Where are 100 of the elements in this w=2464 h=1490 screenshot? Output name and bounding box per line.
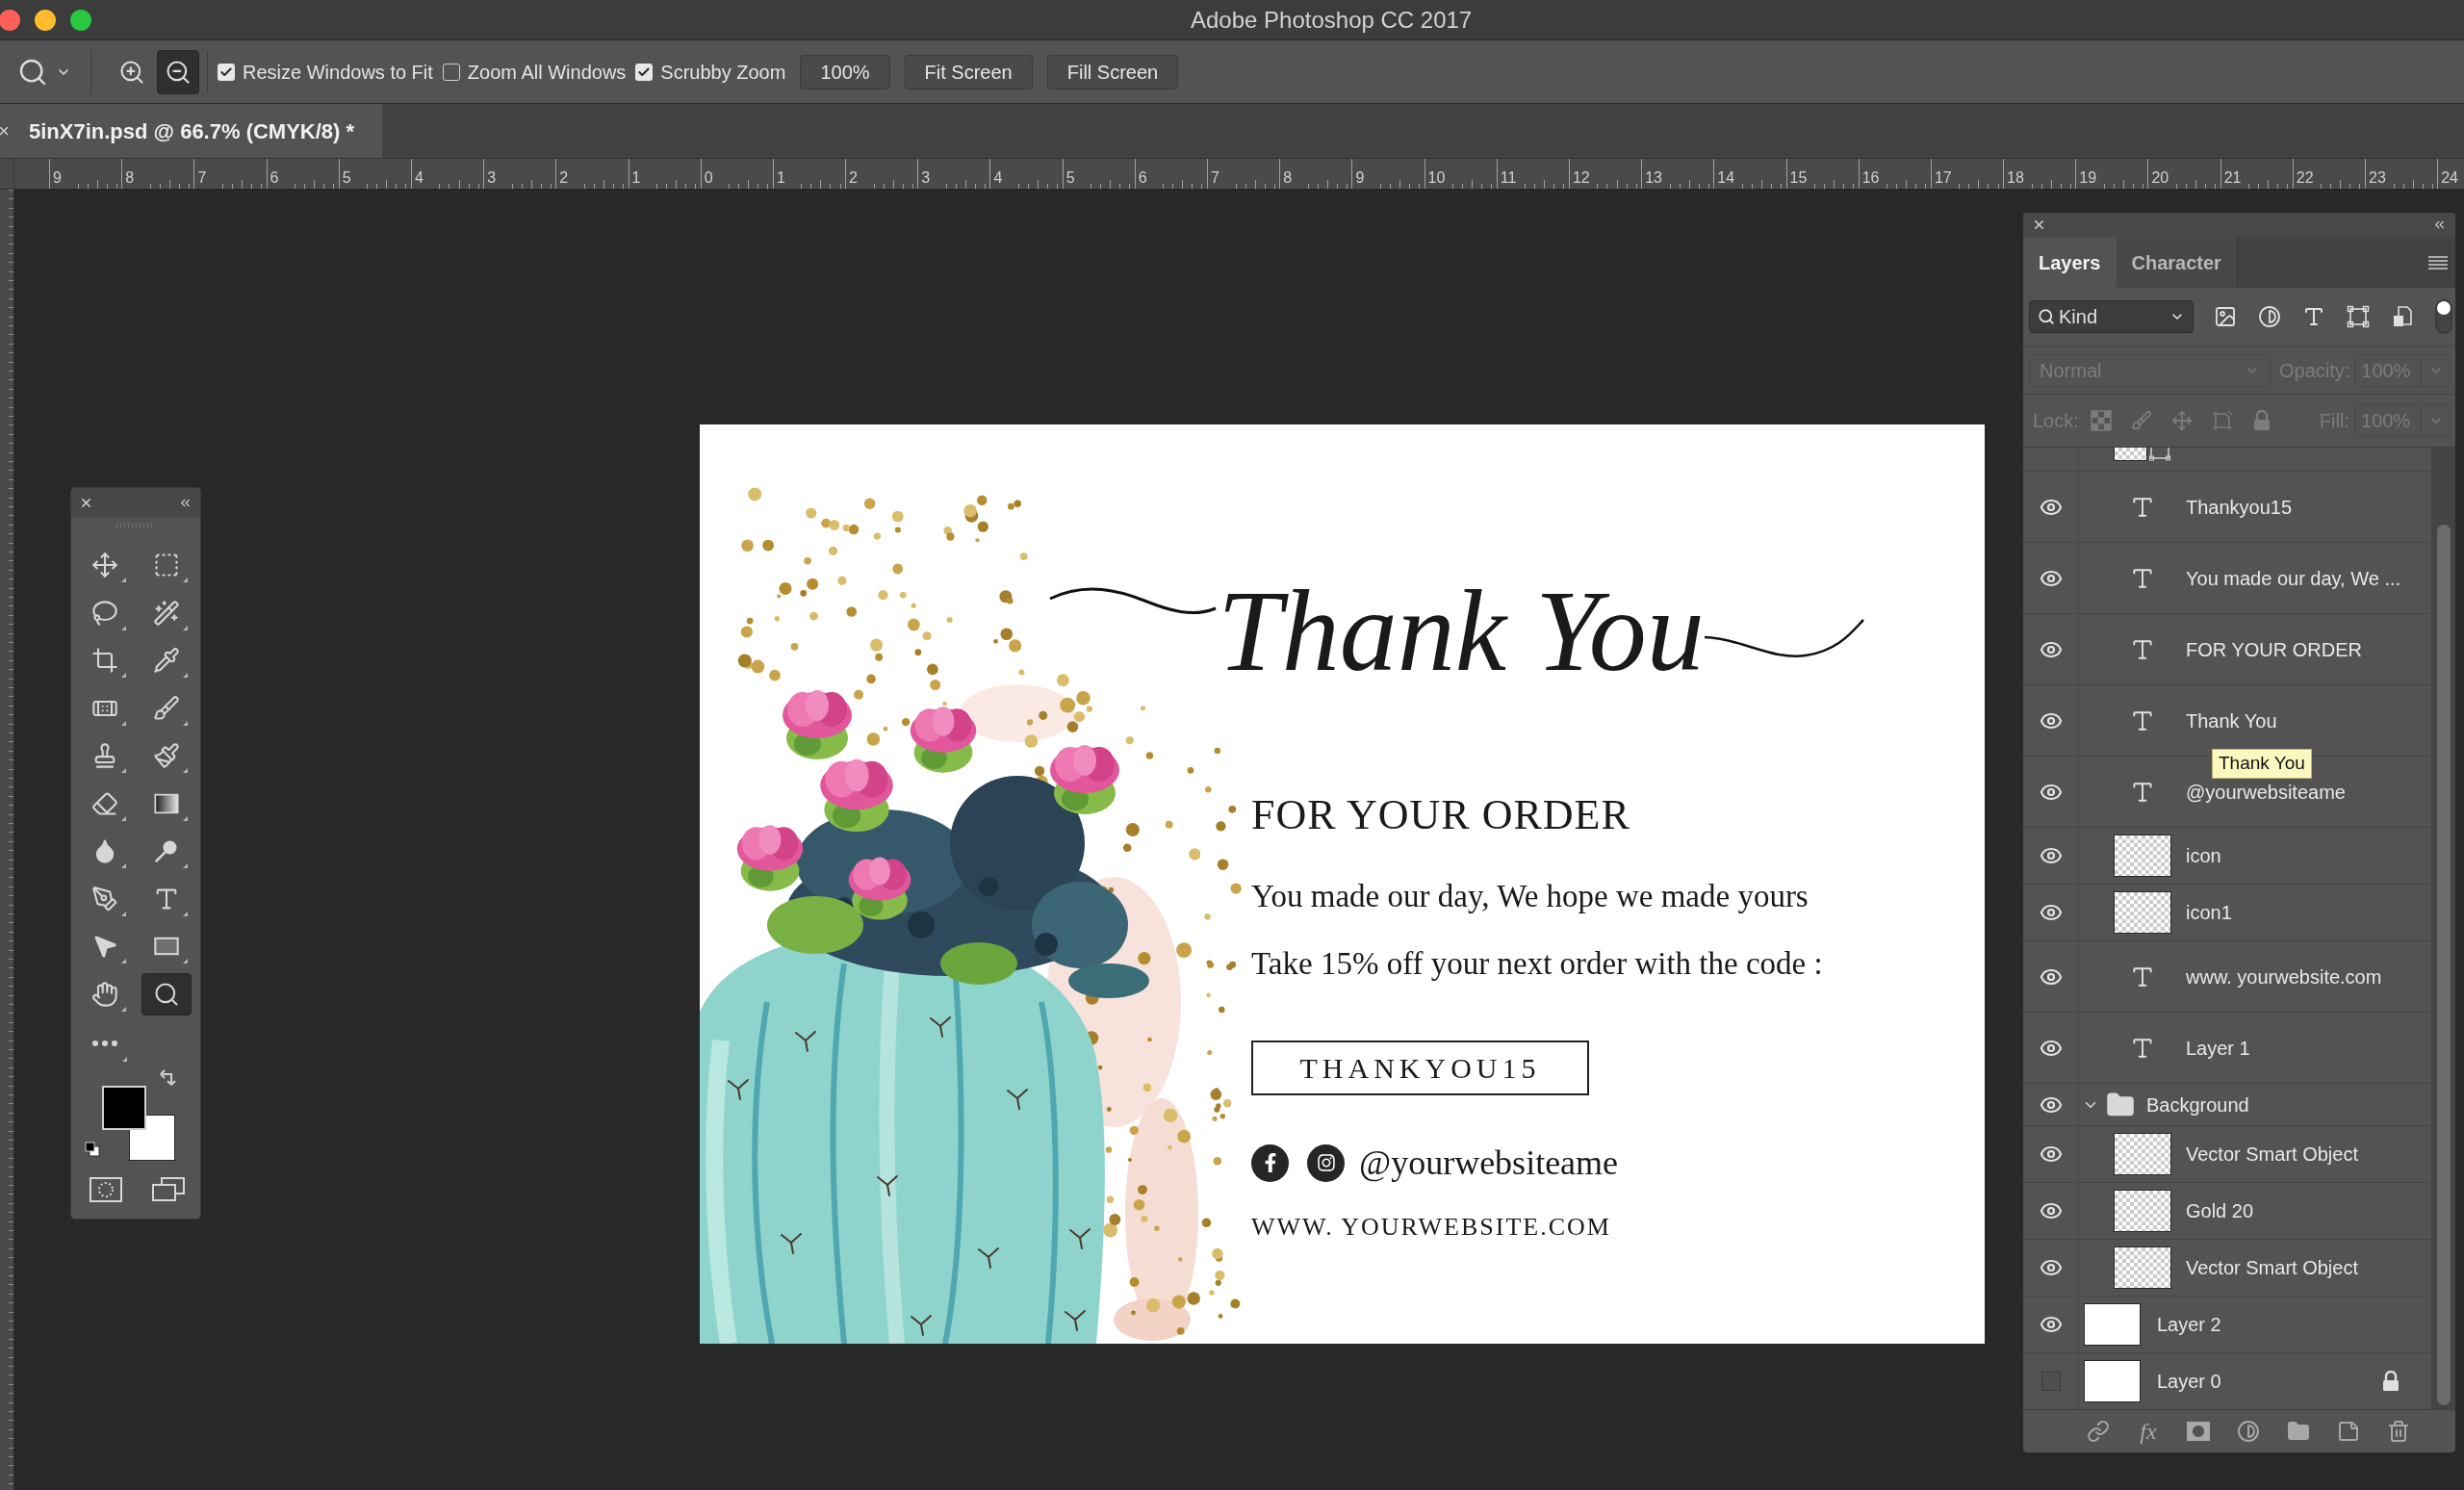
ruler-label: 19 <box>2078 168 2098 188</box>
type-filter-icon[interactable] <box>2302 305 2325 328</box>
flyout-corner-icon <box>121 959 126 963</box>
image-filter-icon[interactable] <box>2214 305 2237 328</box>
ruler-label: 2 <box>558 168 570 188</box>
ruler-label: 12 <box>1571 168 1591 188</box>
layer-row[interactable]: Vector Smart Object <box>2023 1240 2431 1297</box>
check-icon <box>637 64 652 79</box>
layer-row[interactable]: icon1 <box>2023 885 2431 941</box>
ruler-label: 5 <box>341 168 352 188</box>
screen-mode-icon[interactable] <box>152 1177 185 1202</box>
zoom-out-icon <box>165 58 192 86</box>
lasso-icon <box>91 599 118 627</box>
checkbox[interactable] <box>635 63 654 81</box>
flyout-corner-icon <box>121 815 126 821</box>
layer-row[interactable]: www. yourwebsite.com <box>2023 941 2431 1013</box>
layer-row[interactable]: Vector Smart Object <box>2023 1126 2431 1183</box>
flyout-corner-icon <box>183 720 188 726</box>
flyout-corner-icon <box>121 768 126 773</box>
layer-thumbnail <box>2084 1360 2141 1402</box>
close-icon[interactable] <box>0 124 11 138</box>
flyout-corner-icon <box>183 578 188 582</box>
move-icon <box>91 552 118 578</box>
zoom-tool[interactable] <box>141 972 192 1015</box>
zoom-out-button[interactable] <box>157 49 199 94</box>
panel-tab[interactable]: Layers <box>2023 237 2117 288</box>
swap-arrows-icon[interactable] <box>160 1069 176 1086</box>
close-icon[interactable] <box>79 496 93 510</box>
flyout-corner-icon <box>121 673 126 678</box>
layer-thumbnail <box>2114 448 2147 461</box>
ruler-label: 9 <box>1354 168 1366 188</box>
effects-button[interactable]: fx <box>2137 1418 2160 1445</box>
layer-row[interactable]: FOR YOUR ORDER <box>2023 614 2431 685</box>
option-button[interactable]: Fill Screen <box>1046 54 1179 90</box>
magnifier-icon <box>153 980 180 1008</box>
layer-name: Vector Smart Object <box>2186 1256 2358 1280</box>
default-colors-icon[interactable] <box>85 1142 100 1157</box>
panel-tab[interactable]: Character <box>2116 237 2238 288</box>
new-layer-icon[interactable] <box>2337 1420 2360 1443</box>
flyout-corner-icon <box>121 1006 126 1012</box>
message-line: You made our day, We hope we made yours <box>1251 878 1809 915</box>
ruler-label: 5 <box>1065 168 1076 188</box>
promo-code: THANKYOU15 <box>1251 1040 1589 1095</box>
minimize-window-button[interactable] <box>35 9 56 31</box>
ruler-label: 1 <box>775 168 786 188</box>
ruler-label: 4 <box>992 168 1004 188</box>
layer-row[interactable]: You made our day, We ... <box>2023 543 2431 614</box>
flyout-corner-icon <box>183 959 188 963</box>
scrollbar-thumb[interactable] <box>2436 525 2451 1405</box>
ruler-label: 23 <box>2368 168 2387 188</box>
layer-name: www. yourwebsite.com <box>2186 964 2382 989</box>
layer-row[interactable]: Thank You <box>2023 685 2431 757</box>
layer-thumbnail <box>2114 835 2171 877</box>
checkbox-label: Resize Windows to Fit <box>243 60 433 85</box>
trash-icon[interactable] <box>2387 1420 2410 1443</box>
hand-icon <box>91 980 118 1008</box>
layer-row[interactable]: Background <box>2023 1084 2431 1126</box>
checkbox[interactable] <box>218 63 235 81</box>
layer-name: icon <box>2186 844 2221 868</box>
maximize-window-button[interactable] <box>70 9 91 31</box>
flyout-corner-icon <box>121 911 126 916</box>
layer-row[interactable]: Layer 1 <box>2023 1013 2431 1084</box>
layer-name: Layer 1 <box>2186 1036 2250 1061</box>
new-group-icon[interactable] <box>2287 1420 2310 1443</box>
ellipsis-icon <box>92 1040 117 1046</box>
filter-toggle[interactable] <box>2435 299 2452 334</box>
checkbox-label: Scrubby Zoom <box>660 60 786 85</box>
smart-object-filter-icon[interactable] <box>2391 305 2414 328</box>
checkbox[interactable] <box>442 63 460 81</box>
layer-row[interactable]: Gold 20 <box>2023 1183 2431 1240</box>
layer-row[interactable]: Layer 2 <box>2023 1297 2431 1353</box>
quick-mask-icon[interactable] <box>90 1177 122 1202</box>
layer-mask-icon[interactable] <box>2187 1422 2210 1441</box>
kind-filter-dropdown[interactable]: Kind <box>2029 300 2194 333</box>
ruler-label: 11 <box>1499 168 1518 188</box>
color-swatches-icon[interactable] <box>102 1086 175 1161</box>
ruler-label: 24 <box>2440 168 2459 188</box>
flyout-corner-icon <box>183 625 188 630</box>
ruler-label: 3 <box>486 168 498 188</box>
ruler-label: 8 <box>1282 168 1294 188</box>
menu-icon[interactable] <box>2428 255 2448 270</box>
layer-row[interactable]: icon <box>2023 828 2431 885</box>
close-icon[interactable] <box>2032 218 2046 232</box>
option-button[interactable]: 100% <box>800 54 890 90</box>
adjustment-filter-icon[interactable] <box>2258 305 2281 328</box>
option-button[interactable]: Fit Screen <box>904 54 1033 90</box>
ruler-label: 0 <box>703 168 714 188</box>
layer-thumbnail <box>2114 1133 2171 1175</box>
shape-filter-icon[interactable] <box>2347 305 2370 328</box>
ruler-label: 6 <box>1137 168 1148 188</box>
link-layers-icon[interactable] <box>2087 1420 2110 1443</box>
layer-row[interactable]: Thankyou15 <box>2023 472 2431 543</box>
layer-name: Thank You <box>2186 708 2277 733</box>
ruler-label: 1 <box>630 168 642 188</box>
flyout-corner-icon <box>121 863 126 868</box>
document-tab[interactable]: 5inX7in.psd @ 66.7% (CMYK/8) * <box>0 104 382 158</box>
layer-name: icon1 <box>2186 901 2232 925</box>
layer-name: Background <box>2146 1092 2249 1118</box>
adjustment-layer-icon[interactable] <box>2237 1420 2260 1443</box>
close-window-button[interactable] <box>0 9 20 31</box>
